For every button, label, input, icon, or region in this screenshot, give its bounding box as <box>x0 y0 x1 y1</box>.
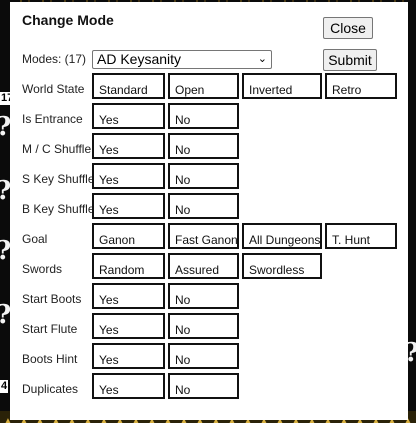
option-all-dungeons[interactable]: All Dungeons <box>242 223 322 249</box>
setting-label: Is Entrance <box>22 112 83 126</box>
settings-list: World State Standard Open Inverted Retro… <box>10 72 408 402</box>
setting-label: Duplicates <box>22 382 79 396</box>
option-yes[interactable]: Yes <box>92 283 165 309</box>
map-count-badge: 4 <box>0 380 9 393</box>
option-t-hunt[interactable]: T. Hunt <box>325 223 397 249</box>
option-yes[interactable]: Yes <box>92 313 165 339</box>
option-standard[interactable]: Standard <box>92 73 165 99</box>
map-edge-left <box>0 0 10 423</box>
setting-row-goal: Goal Ganon Fast Ganon All Dungeons T. Hu… <box>10 222 408 252</box>
option-no[interactable]: No <box>168 343 239 369</box>
option-open[interactable]: Open <box>168 73 239 99</box>
option-ganon[interactable]: Ganon <box>92 223 165 249</box>
close-button[interactable]: Close <box>323 17 373 39</box>
setting-row-start-flute: Start Flute Yes No <box>10 312 408 342</box>
option-no[interactable]: No <box>168 373 239 399</box>
setting-row-s-key-shuffle: S Key Shuffle Yes No <box>10 162 408 192</box>
setting-label: Start Boots <box>22 292 82 306</box>
option-yes[interactable]: Yes <box>92 343 165 369</box>
option-yes[interactable]: Yes <box>92 373 165 399</box>
setting-label: M / C Shuffle <box>22 142 92 156</box>
option-yes[interactable]: Yes <box>92 163 165 189</box>
submit-button[interactable]: Submit <box>323 49 377 71</box>
option-assured[interactable]: Assured <box>168 253 239 279</box>
setting-label: Boots Hint <box>22 352 78 366</box>
option-yes[interactable]: Yes <box>92 103 165 129</box>
option-no[interactable]: No <box>168 163 239 189</box>
setting-row-mc-shuffle: M / C Shuffle Yes No <box>10 132 408 162</box>
dialog-title: Change Mode <box>22 12 114 28</box>
option-no[interactable]: No <box>168 283 239 309</box>
option-no[interactable]: No <box>168 133 239 159</box>
setting-row-duplicates: Duplicates Yes No <box>10 372 408 402</box>
modes-selected-value: AD Keysanity <box>97 51 182 67</box>
option-random[interactable]: Random <box>92 253 165 279</box>
setting-row-is-entrance: Is Entrance Yes No <box>10 102 408 132</box>
setting-row-swords: Swords Random Assured Swordless <box>10 252 408 282</box>
chevron-down-icon: ⌄ <box>257 53 267 65</box>
option-inverted[interactable]: Inverted <box>242 73 322 99</box>
setting-label: Swords <box>22 262 63 276</box>
setting-row-world-state: World State Standard Open Inverted Retro <box>10 72 408 102</box>
option-fast-ganon[interactable]: Fast Ganon <box>168 223 239 249</box>
modes-select[interactable]: AD Keysanity ⌄ <box>92 50 272 69</box>
option-yes[interactable]: Yes <box>92 193 165 219</box>
option-no[interactable]: No <box>168 313 239 339</box>
option-no[interactable]: No <box>168 103 239 129</box>
setting-row-boots-hint: Boots Hint Yes No <box>10 342 408 372</box>
setting-label: Start Flute <box>22 322 78 336</box>
modes-label: Modes: (17) <box>22 52 87 66</box>
option-yes[interactable]: Yes <box>92 133 165 159</box>
setting-label: World State <box>22 82 85 96</box>
setting-row-b-key-shuffle: B Key Shuffle Yes No <box>10 192 408 222</box>
setting-label: B Key Shuffle <box>22 202 95 216</box>
setting-row-start-boots: Start Boots Yes No <box>10 282 408 312</box>
setting-label: S Key Shuffle <box>22 172 95 186</box>
option-no[interactable]: No <box>168 193 239 219</box>
setting-label: Goal <box>22 232 48 246</box>
option-retro[interactable]: Retro <box>325 73 397 99</box>
change-mode-dialog: Change Mode Close Modes: (17) AD Keysani… <box>10 2 408 420</box>
option-swordless[interactable]: Swordless <box>242 253 322 279</box>
